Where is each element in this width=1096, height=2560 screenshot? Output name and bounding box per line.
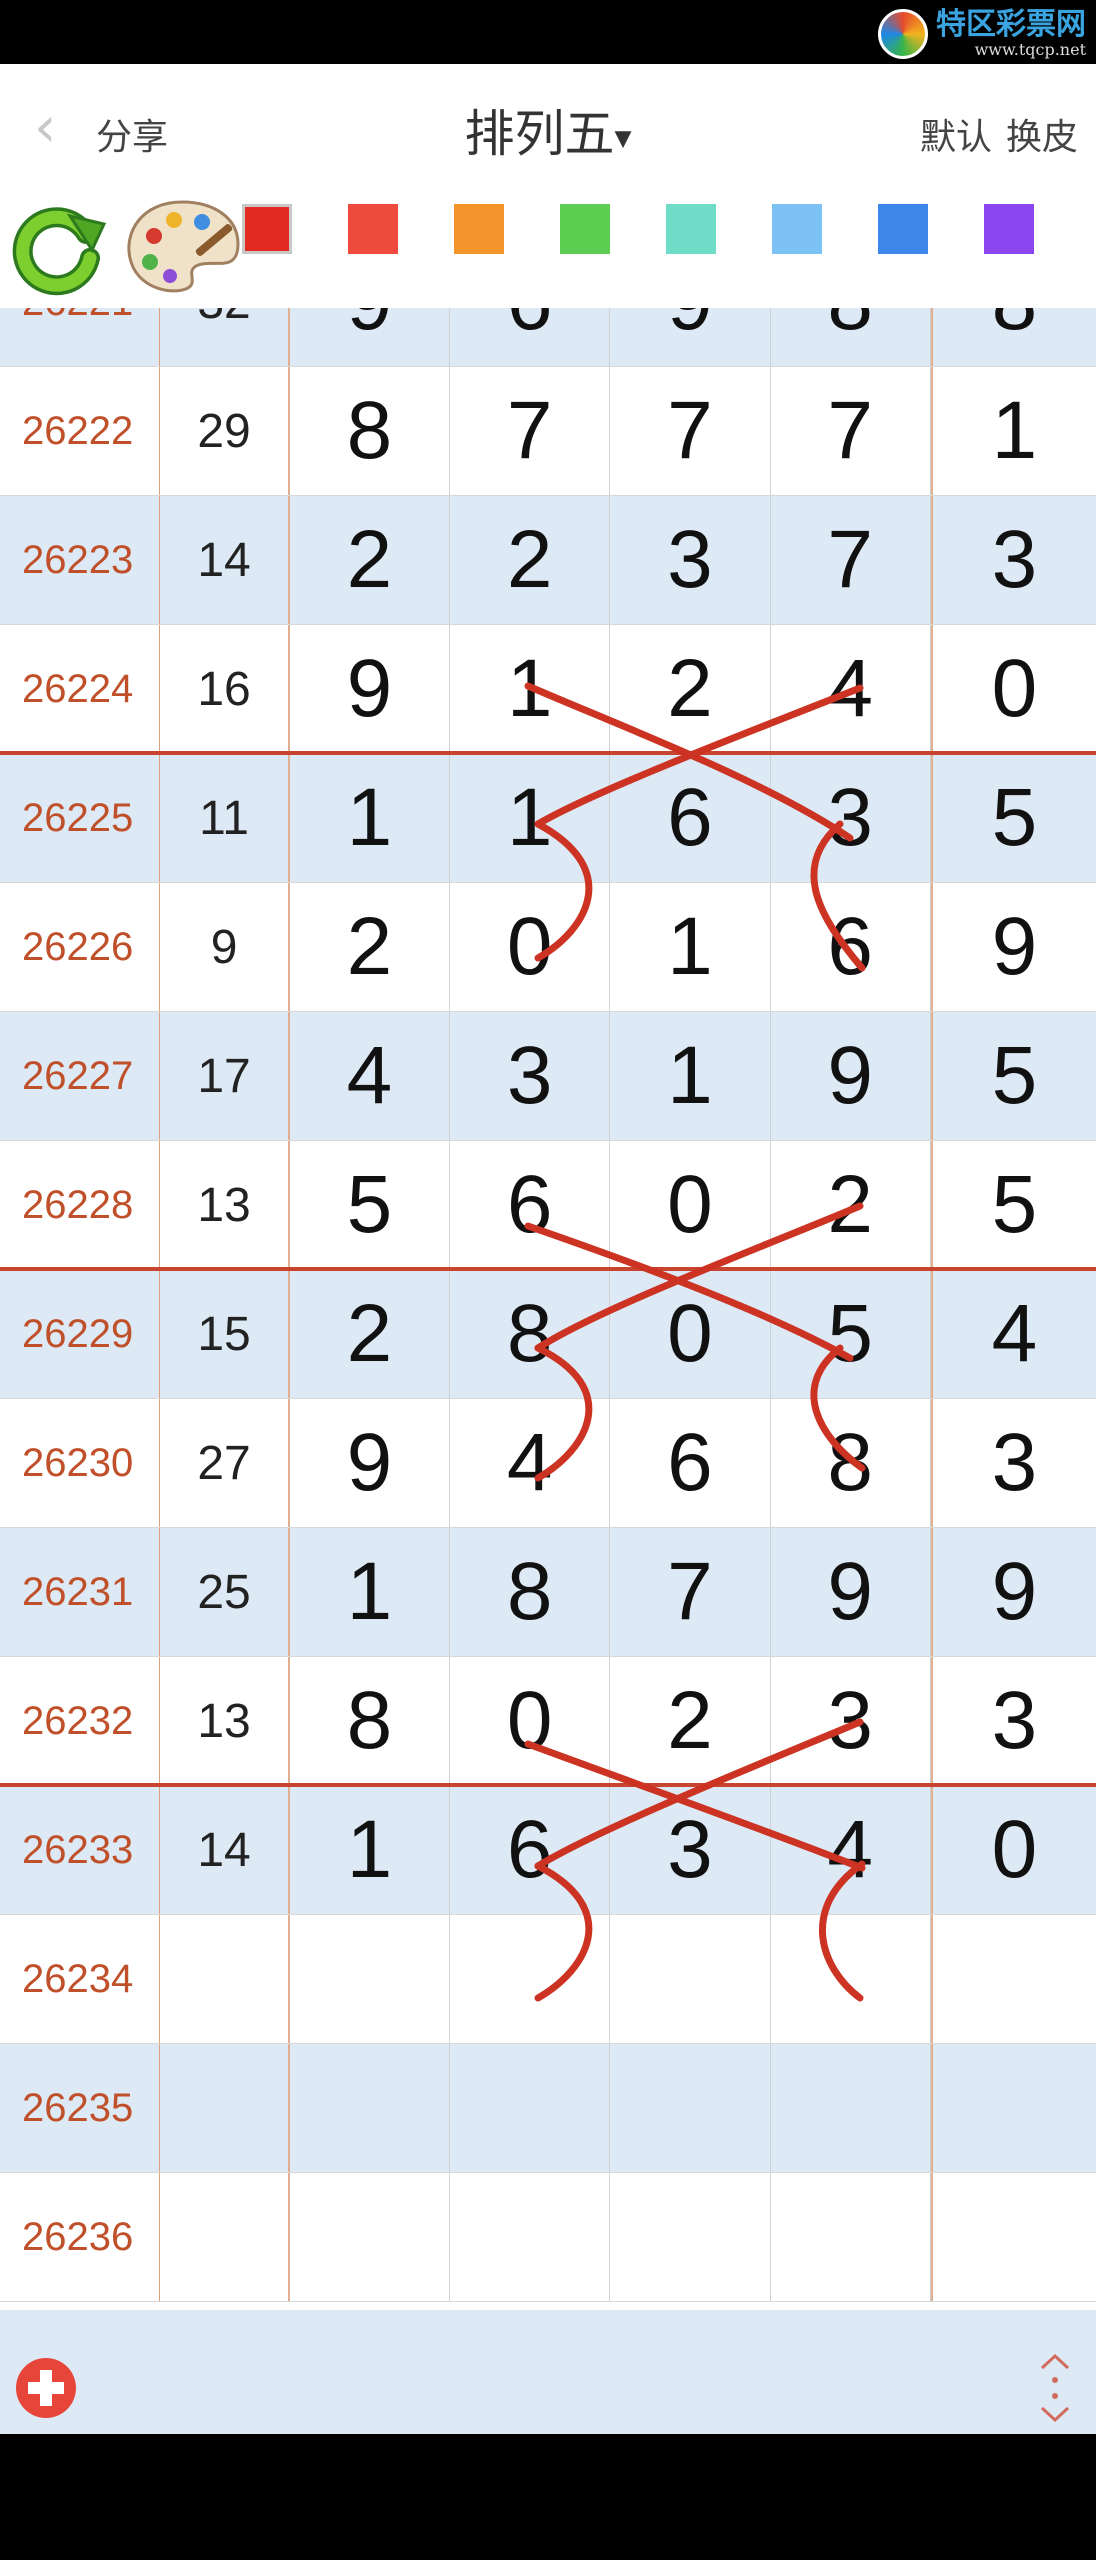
color-swatch-orange[interactable]: [454, 204, 504, 254]
color-swatch-teal[interactable]: [666, 204, 716, 254]
change-skin-button[interactable]: 换皮: [1006, 117, 1078, 158]
page-title-label: 排列五: [464, 105, 615, 163]
refresh-icon[interactable]: [8, 198, 108, 298]
color-swatch-red-selected[interactable]: [242, 204, 292, 254]
palette-icon[interactable]: [122, 196, 242, 300]
watermark: 特区彩票网 www.tqcp.net: [878, 6, 1086, 62]
status-bar: 特区彩票网 www.tqcp.net: [0, 0, 1096, 64]
scroll-toggle-icon[interactable]: [1032, 2350, 1078, 2426]
draw-history-table[interactable]: 2622132969882622229877712622314223732622…: [0, 308, 1096, 2310]
color-swatch-orange-red[interactable]: [348, 204, 398, 254]
watermark-url: www.tqcp.net: [974, 40, 1086, 59]
system-nav-bar: [0, 2434, 1096, 2560]
color-swatch-light-blue[interactable]: [772, 204, 822, 254]
bottom-bar: [0, 2310, 1096, 2434]
app-header: ‹ 分享 排列五▾ 默认 换皮: [0, 64, 1096, 188]
default-button[interactable]: 默认: [920, 117, 992, 158]
drawing-toolbar: [0, 188, 1096, 308]
hand-drawn-annotations: [524, 682, 866, 2002]
color-swatch-blue[interactable]: [878, 204, 928, 254]
color-swatch-green[interactable]: [560, 204, 610, 254]
color-swatch-purple[interactable]: [984, 204, 1034, 254]
watermark-title: 特区彩票网: [936, 7, 1086, 42]
watermark-logo-icon: [878, 9, 928, 59]
add-icon[interactable]: [14, 2356, 78, 2420]
dropdown-caret-icon: ▾: [614, 117, 632, 158]
